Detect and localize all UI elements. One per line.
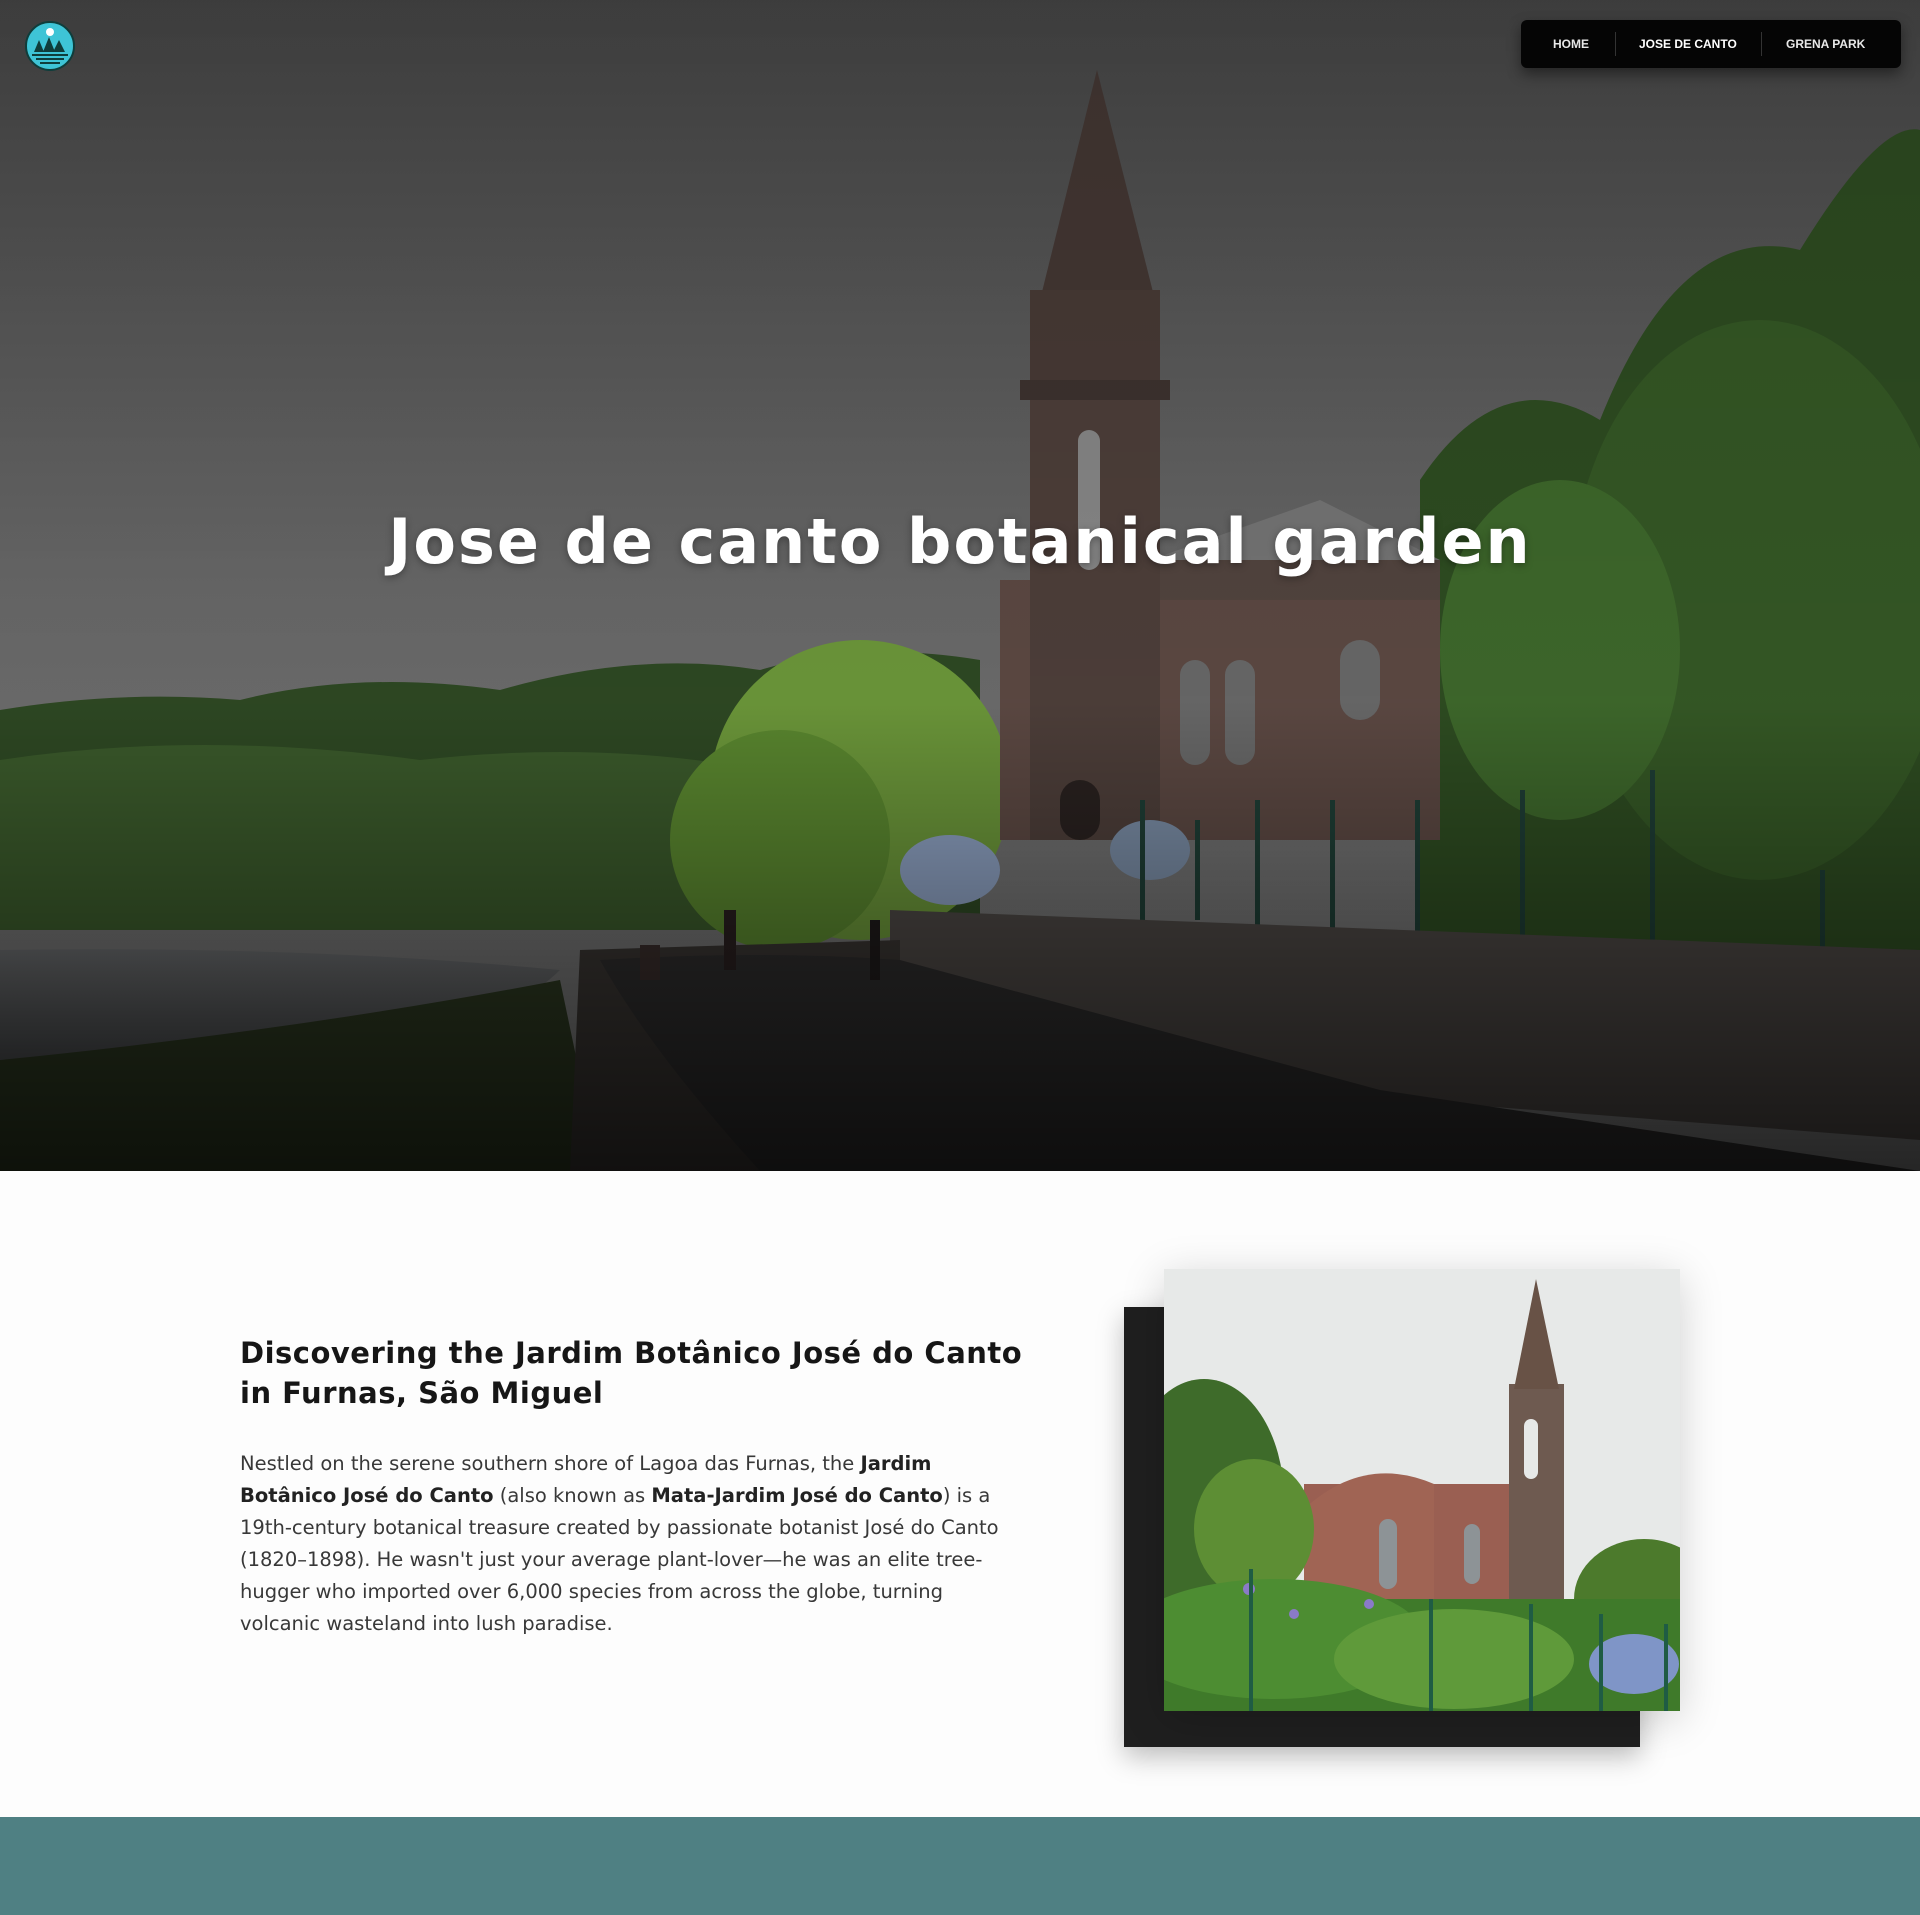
section-body-text: Nestled on the serene southern shore of … [240, 1448, 1010, 1640]
body-bold-alt-name: Mata-Jardim José do Canto [651, 1484, 943, 1507]
nav-jose-de-canto[interactable]: JOSE DE CANTO [1639, 37, 1737, 51]
nav-grena-park[interactable]: GRENA PARK [1786, 37, 1865, 51]
main-navigation: HOME JOSE DE CANTO GRENA PARK [1521, 20, 1901, 68]
intro-section: Discovering the Jardim Botânico José do … [0, 1171, 1920, 1817]
body-text-part: (also known as [493, 1484, 652, 1507]
lake-forest-logo-icon[interactable] [24, 20, 76, 72]
hero-background-image [0, 0, 1920, 1171]
nav-divider [1761, 32, 1762, 56]
hero-section: Jose de canto botanical garden HOME JOSE… [0, 0, 1920, 1171]
nav-divider [1615, 32, 1616, 56]
section-heading: Discovering the Jardim Botânico José do … [240, 1336, 1023, 1410]
church-garden-photo [1164, 1269, 1680, 1711]
body-text-part: Nestled on the serene southern shore of … [240, 1452, 861, 1475]
nav-home[interactable]: HOME [1553, 37, 1589, 51]
hero-title: Jose de canto botanical garden [388, 505, 1532, 578]
next-section-band [0, 1817, 1920, 1915]
